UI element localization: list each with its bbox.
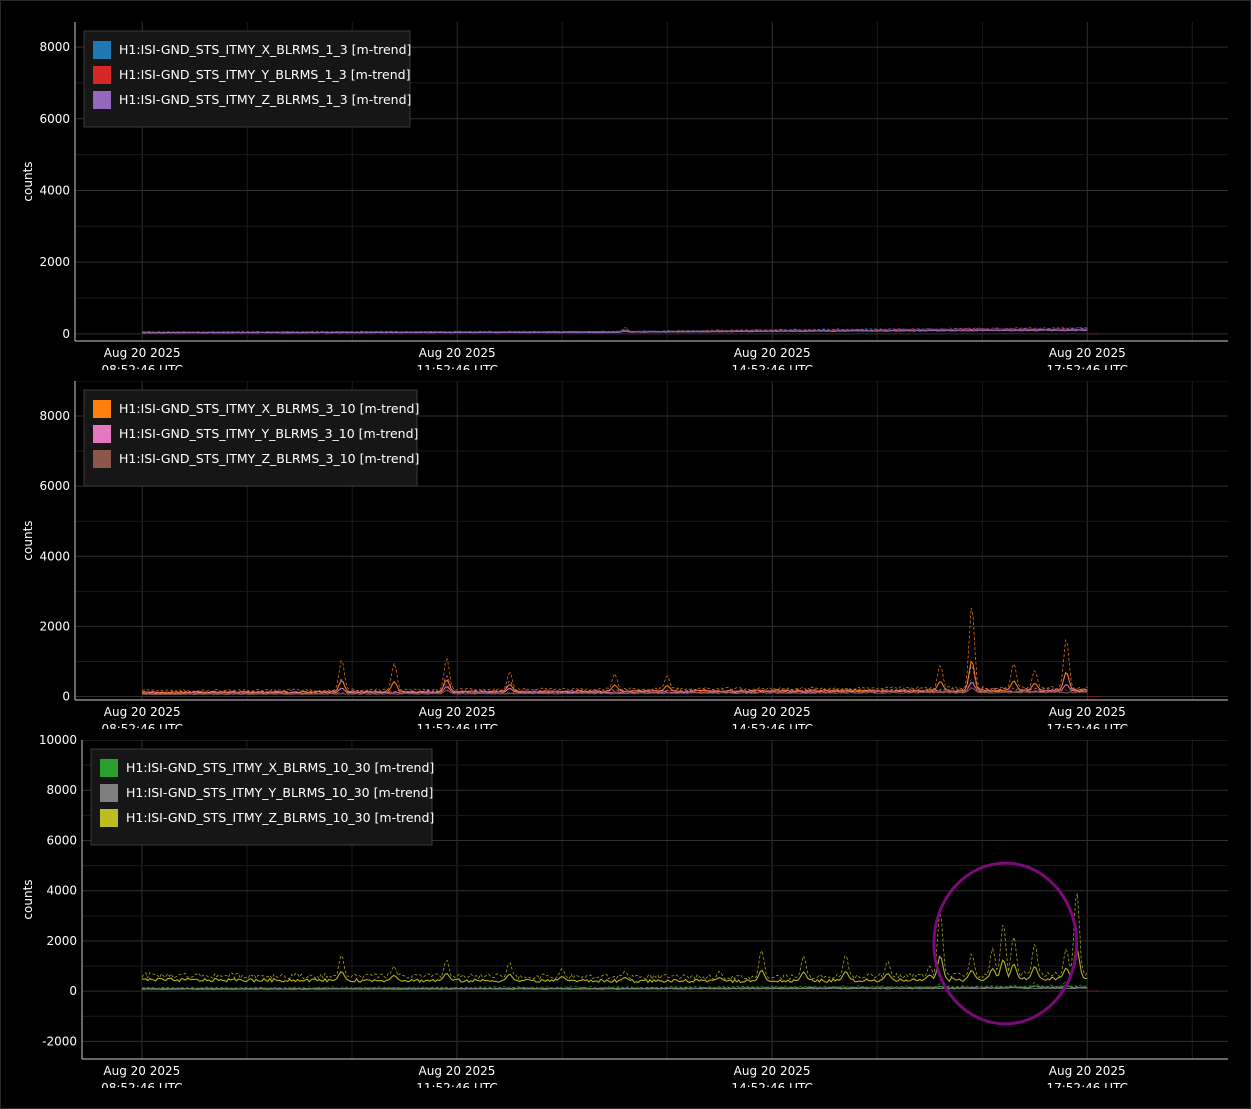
x-tick-labels: Aug 20 2025 08:52:46 UTC Aug 20 2025 11:52:… xyxy=(101,346,1129,377)
legend-entry-2: H1:ISI-GND_STS_ITMY_Y_BLRMS_1_3 [m-trend… xyxy=(119,67,410,82)
x-tick-label-date: Aug 20 2025 xyxy=(734,705,811,719)
legend: H1:ISI-GND_STS_ITMY_X_BLRMS_1_3 [m-trend… xyxy=(83,30,411,128)
series-max-line-3 xyxy=(141,893,1088,981)
x-tick-label-date: Aug 20 2025 xyxy=(419,705,496,719)
legend-entry-2: H1:ISI-GND_STS_ITMY_Y_BLRMS_3_10 [m-tren… xyxy=(119,426,418,441)
y-tick-label: 0 xyxy=(62,327,70,341)
x-tick-label-time: 11:52:46 UTC xyxy=(416,1081,498,1095)
x-tick-label-time: 17:52:46 UTC xyxy=(1047,363,1129,377)
y-tick-label: 2000 xyxy=(39,255,70,269)
x-tick-label-time: 14:52:46 UTC xyxy=(731,1081,813,1095)
x-tick-labels: Aug 20 2025 08:52:46 UTC Aug 20 2025 11:52:… xyxy=(101,1064,1128,1095)
y-tick-label: 4000 xyxy=(39,549,70,563)
x-tick-label-time: 08:52:46 UTC xyxy=(101,722,183,736)
legend-entry-1: H1:ISI-GND_STS_ITMY_X_BLRMS_3_10 [m-tren… xyxy=(119,401,419,416)
legend-entry-1: H1:ISI-GND_STS_ITMY_X_BLRMS_1_3 [m-trend… xyxy=(119,42,411,57)
x-tick-label-time: 14:52:46 UTC xyxy=(732,722,814,736)
y-axis-label: counts xyxy=(21,161,35,201)
x-tick-label-date: Aug 20 2025 xyxy=(104,705,181,719)
y-tick-label: 4000 xyxy=(46,884,77,898)
y-tick-label: 6000 xyxy=(39,112,70,126)
x-tick-label-date: Aug 20 2025 xyxy=(419,346,496,360)
x-tick-label-time: 17:52:46 UTC xyxy=(1046,1081,1128,1095)
y-tick-label: 8000 xyxy=(39,40,70,54)
chart-panel-2: 0 2000 4000 6000 8000 counts Aug 20 2025 08:52:… xyxy=(21,381,1228,736)
x-tick-label-time: 11:52:46 UTC xyxy=(416,363,498,377)
series-max-line-1 xyxy=(142,607,1088,692)
y-tick-label: -2000 xyxy=(42,1034,77,1048)
x-tick-label-date: Aug 20 2025 xyxy=(1049,705,1126,719)
y-tick-label: 2000 xyxy=(39,619,70,633)
series-mean-line-1 xyxy=(141,660,1088,694)
y-tick-label: 4000 xyxy=(39,183,70,197)
plot-area xyxy=(142,326,1098,335)
legend-entry-3: H1:ISI-GND_STS_ITMY_Z_BLRMS_10_30 [m-tre… xyxy=(126,810,434,825)
x-tick-label-time: 08:52:46 UTC xyxy=(101,363,183,377)
y-tick-label: 10000 xyxy=(39,733,77,747)
legend: H1:ISI-GND_STS_ITMY_X_BLRMS_10_30 [m-tre… xyxy=(90,748,434,846)
legend-swatch-3 xyxy=(93,450,111,468)
x-tick-labels: Aug 20 2025 08:52:46 UTC Aug 20 2025 11:52:… xyxy=(101,705,1129,736)
y-tick-label: 8000 xyxy=(46,783,77,797)
y-tick-label: 8000 xyxy=(39,409,70,423)
legend-swatch-2 xyxy=(93,66,111,84)
x-tick-label-time: 11:52:46 UTC xyxy=(416,722,498,736)
x-tick-label-date: Aug 20 2025 xyxy=(1049,1064,1126,1078)
x-tick-label-time: 14:52:46 UTC xyxy=(732,363,814,377)
x-tick-label-date: Aug 20 2025 xyxy=(1049,346,1126,360)
x-tick-label-time: 17:52:46 UTC xyxy=(1047,722,1129,736)
legend-entry-1: H1:ISI-GND_STS_ITMY_X_BLRMS_10_30 [m-tre… xyxy=(126,760,434,775)
x-tick-label-date: Aug 20 2025 xyxy=(104,346,181,360)
x-tick-label-time: 08:52:46 UTC xyxy=(101,1081,183,1095)
y-axis-label: counts xyxy=(21,520,35,560)
plot-area xyxy=(141,893,1098,992)
y-tick-label: 0 xyxy=(69,984,77,998)
legend-swatch-1 xyxy=(100,759,118,777)
legend-swatch-1 xyxy=(93,400,111,418)
legend-swatch-2 xyxy=(93,425,111,443)
y-axis-label: counts xyxy=(21,879,35,919)
chart-panel-3: -2000 0 2000 4000 6000 8000 10000 counts Aug 20 … xyxy=(21,733,1228,1095)
plot-area xyxy=(141,607,1098,697)
chart-panel-1: 0 2000 4000 6000 8000 counts Aug 20 2025 08:52:… xyxy=(21,22,1228,377)
legend-swatch-1 xyxy=(93,41,111,59)
legend-swatch-3 xyxy=(93,91,111,109)
x-tick-label-date: Aug 20 2025 xyxy=(419,1064,496,1078)
x-tick-label-date: Aug 20 2025 xyxy=(734,346,811,360)
legend-entry-2: H1:ISI-GND_STS_ITMY_Y_BLRMS_10_30 [m-tre… xyxy=(126,785,433,800)
y-tick-label: 6000 xyxy=(39,479,70,493)
y-tick-label: 0 xyxy=(62,689,70,703)
legend-swatch-3 xyxy=(100,809,118,827)
legend: H1:ISI-GND_STS_ITMY_X_BLRMS_3_10 [m-tren… xyxy=(83,389,419,487)
y-tick-label: 2000 xyxy=(46,934,77,948)
figure: 0 2000 4000 6000 8000 counts Aug 20 2025 08:52:… xyxy=(21,22,1228,1095)
legend-swatch-2 xyxy=(100,784,118,802)
x-tick-label-date: Aug 20 2025 xyxy=(734,1064,811,1078)
legend-entry-3: H1:ISI-GND_STS_ITMY_Z_BLRMS_1_3 [m-trend… xyxy=(119,92,411,107)
x-tick-label-date: Aug 20 2025 xyxy=(103,1064,180,1078)
y-tick-label: 6000 xyxy=(46,833,77,847)
series-max-line-2 xyxy=(142,664,1088,694)
legend-entry-3: H1:ISI-GND_STS_ITMY_Z_BLRMS_3_10 [m-tren… xyxy=(119,451,419,466)
